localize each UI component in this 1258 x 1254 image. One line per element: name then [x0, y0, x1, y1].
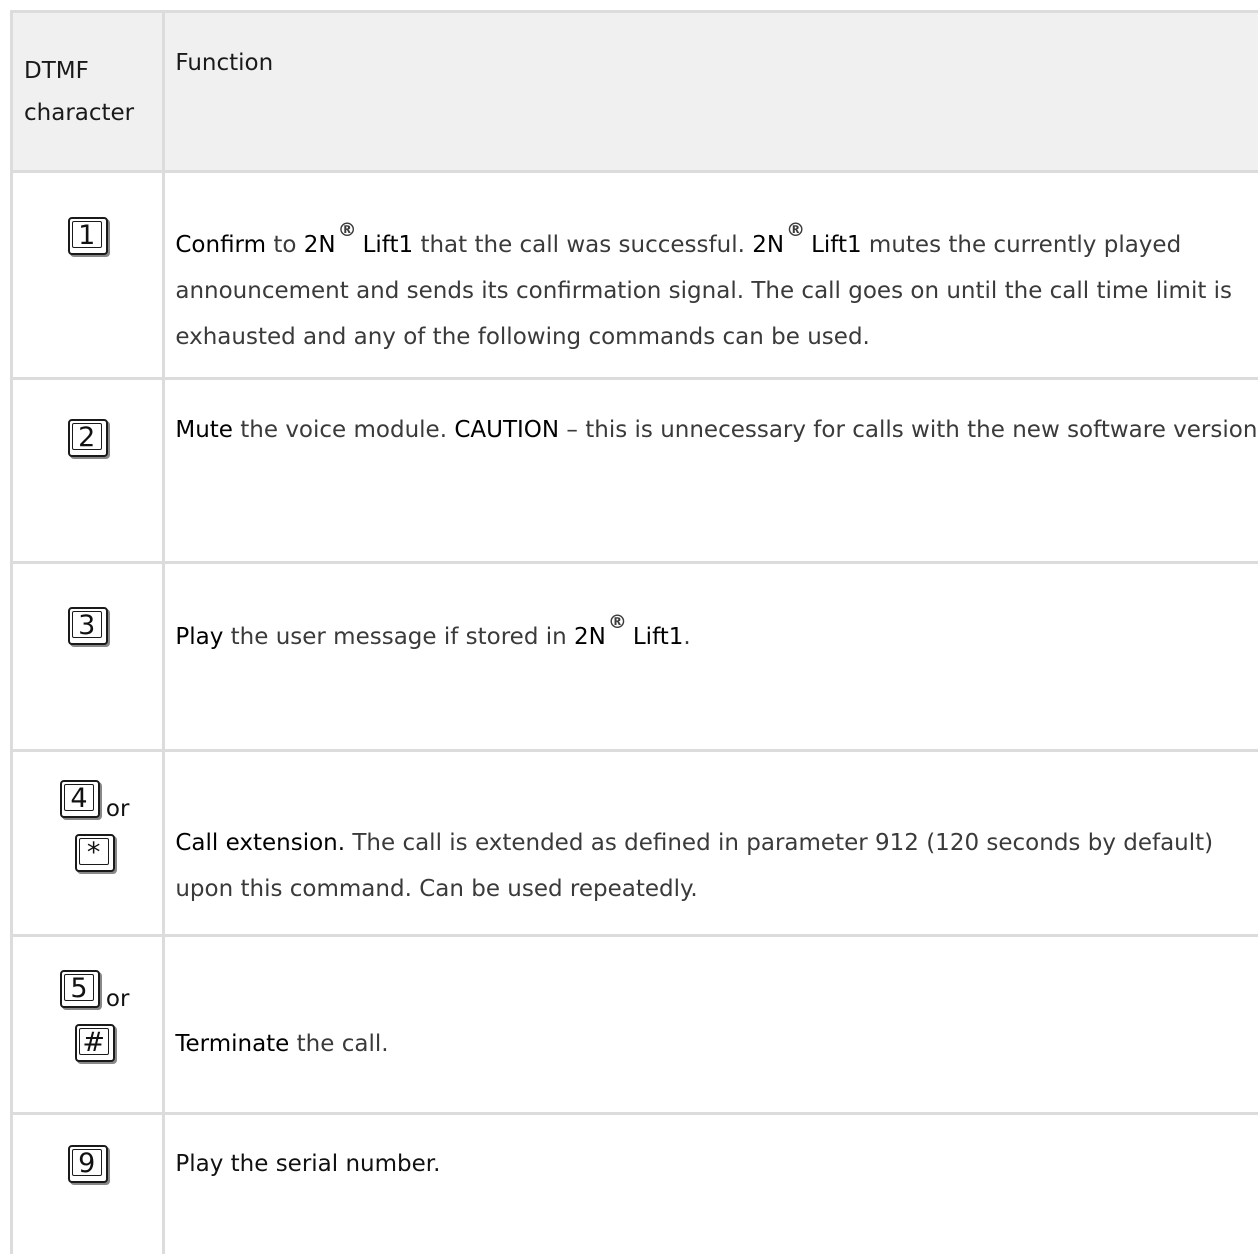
- table-row: 2 Mute the voice module. CAUTION – this …: [12, 379, 1258, 563]
- term-call-extension: Call extension.: [175, 830, 345, 856]
- term-mute: Mute: [175, 417, 233, 443]
- table-row: 1 Confirm to 2N®Lift1 that the call was …: [12, 172, 1258, 379]
- function-cell: Play the user message if stored in 2N® Li…: [164, 563, 1258, 751]
- brand-2n: 2N: [752, 232, 784, 258]
- key-4-icon: 4: [60, 780, 100, 818]
- key-3-icon: 3: [68, 607, 108, 645]
- key-9-icon: 9: [68, 1145, 108, 1183]
- key-cell: 3: [12, 563, 164, 751]
- registered-mark: ®: [786, 219, 805, 241]
- table-row: 4or * Call extension. The call is extend…: [12, 751, 1258, 936]
- header-col1-line2: character: [24, 100, 134, 126]
- text-segment: to: [266, 232, 304, 258]
- key-hash-icon: #: [75, 1024, 115, 1062]
- dtmf-table-wrapper: DTMF character Function 1 Confirm to 2N®…: [10, 10, 1258, 1254]
- brand-2n: 2N: [304, 232, 336, 258]
- key-cell: 2: [12, 379, 164, 563]
- header-dtmf-character: DTMF character: [12, 12, 164, 172]
- function-cell: Terminate the call.: [164, 936, 1258, 1114]
- header-function: Function: [164, 12, 1258, 172]
- table-row: 5or # Terminate the call.: [12, 936, 1258, 1114]
- table-row: 3 Play the user message if stored in 2N®…: [12, 563, 1258, 751]
- function-cell: Mute the voice module. CAUTION – this is…: [164, 379, 1258, 563]
- table-row: 9 Play the serial number.: [12, 1114, 1258, 1254]
- text-segment: the user message if stored in: [223, 624, 574, 650]
- product-lift1: Lift1: [363, 232, 414, 258]
- text-segment: that the call was successful.: [413, 232, 752, 258]
- key-2-icon: 2: [68, 419, 108, 457]
- function-cell: Call extension. The call is extended as …: [164, 751, 1258, 936]
- header-col1-line1: DTMF: [24, 58, 89, 84]
- function-cell: Play the serial number.: [164, 1114, 1258, 1254]
- key-cell: 1: [12, 172, 164, 379]
- text-segment: – this is unnecessary for calls with the…: [559, 417, 1258, 443]
- text-segment: the voice module.: [233, 417, 454, 443]
- text-segment: the call.: [289, 1031, 388, 1057]
- term-play: Play: [175, 624, 223, 650]
- term-terminate: Terminate: [175, 1031, 289, 1057]
- key-cell: 9: [12, 1114, 164, 1254]
- text-segment: .: [683, 624, 690, 650]
- text-segment: Play the serial number.: [175, 1151, 440, 1177]
- key-1-icon: 1: [68, 217, 108, 255]
- registered-mark: ®: [338, 219, 357, 241]
- product-lift1: Lift1: [811, 232, 862, 258]
- term-confirm: Confirm: [175, 232, 266, 258]
- key-cell: 4or *: [12, 751, 164, 936]
- product-lift1: Lift1: [633, 624, 684, 650]
- dtmf-table: DTMF character Function 1 Confirm to 2N®…: [10, 10, 1258, 1254]
- or-label: or: [106, 796, 130, 822]
- function-cell: Confirm to 2N®Lift1 that the call was su…: [164, 172, 1258, 379]
- table-header-row: DTMF character Function: [12, 12, 1258, 172]
- brand-2n: 2N: [574, 624, 606, 650]
- term-caution: CAUTION: [454, 417, 559, 443]
- registered-mark: ®: [608, 611, 627, 633]
- key-star-icon: *: [75, 834, 115, 872]
- key-5-icon: 5: [60, 970, 100, 1008]
- key-cell: 5or #: [12, 936, 164, 1114]
- or-label: or: [106, 986, 130, 1012]
